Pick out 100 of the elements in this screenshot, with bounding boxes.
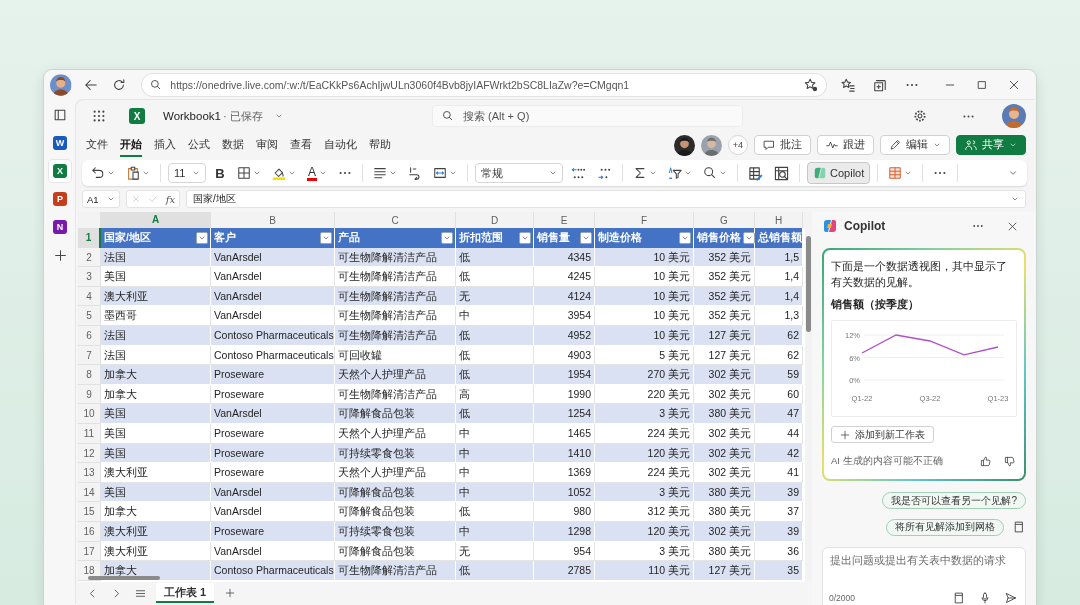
menu-tab[interactable]: 数据 [222,133,244,157]
panel-title: Copilot [844,219,886,233]
logo-icon [822,218,838,234]
sort-filter-icon [668,166,682,180]
table-cell: 可降解食品包装 [335,502,456,522]
table-cell: 可生物降解清洁产品 [335,247,456,268]
chevron-down-icon [904,169,913,177]
microphone-icon [979,592,991,604]
row-number: 1 [78,228,101,249]
row-number: 3 [78,267,101,287]
copilot-button[interactable]: Copilot [807,162,871,184]
menu-icon [134,587,146,599]
table-cell: 10 美元 [595,267,694,287]
sheet-tab[interactable]: 工作表 1 [156,583,215,603]
filter-button[interactable] [679,231,691,244]
add-to-sheet-button[interactable]: 添加到新工作表 [831,426,934,443]
table-cell: 法国 [101,247,211,268]
table-cell: 352 美元 [694,247,755,268]
avatar[interactable] [674,134,695,156]
star-plus-icon[interactable] [804,78,818,92]
table-cell: 天然个人护理产品 [335,463,456,483]
chevron-down-icon [1011,195,1019,203]
table-cell: 低 [456,365,534,385]
chevron-down-icon [389,169,397,177]
collections-icon [873,78,887,92]
close-icon [1006,220,1018,232]
pulse-icon [826,139,838,151]
filter-button[interactable] [320,231,332,244]
message-text: 下面是一个数据透视图，其中显示了有关数据的见解。 [831,259,1008,290]
table-cell: 302 美元 [694,463,755,483]
address-bar[interactable]: https://onedrive.live.com/:w:/t/EaCKkPs6AchIjwULn3060f4Bvb8jyIAFWrkt2bSC8LIaZw?e=CMgqn1 [142,74,826,96]
grid-pen-icon [748,165,763,181]
edit-button[interactable]: 编辑 [880,135,950,155]
table-cell: 42 [755,443,803,464]
catchup-button[interactable]: 跟进 [817,135,874,155]
table-cell: 1254 [534,404,595,424]
table-cell: 美国 [101,482,211,503]
menu-tab[interactable]: 查看 [290,133,312,157]
menu-tab[interactable]: 文件 [86,133,108,157]
chevron-down-icon [719,169,727,177]
menu-tab[interactable]: 帮助 [369,133,391,157]
table-cell: 3 美元 [595,482,694,503]
number-format-dropdown[interactable]: 常规 [475,163,563,183]
arrow-left-icon [84,78,99,92]
table-cell: 1410 [534,443,595,464]
function-button[interactable]: fx [165,193,176,205]
table-cell: 加拿大 [101,502,211,522]
chevron-down-icon [1008,168,1018,178]
comment-button[interactable]: 批注 [754,135,811,155]
table-cell: VanArsdel [211,247,335,268]
table-cell: 可生物降解清洁产品 [335,561,456,581]
table-cell: 澳大利亚 [101,286,211,307]
filter-button[interactable] [519,231,531,244]
table-cell: 1298 [534,521,595,542]
bold-button[interactable]: B [211,162,229,184]
table-cell: 中 [456,423,534,444]
chevron-down-icon [684,169,692,177]
filter-button[interactable] [580,231,592,244]
filter-button[interactable] [196,231,208,244]
font-size-dropdown[interactable]: 11 [168,163,206,183]
chevron-down-icon [1009,141,1017,149]
font-color-button[interactable]: A [304,162,330,184]
table-header: 总销售额 [755,228,803,249]
refresh-icon [111,78,126,92]
menu-tab[interactable]: 公式 [188,133,210,157]
filter-button[interactable] [743,231,755,244]
table-cell: 39 [755,482,803,503]
workbook-title[interactable]: Workbook1 [163,110,221,122]
search-field[interactable]: 搜索 (Alt + Q) [432,105,743,127]
menu-tab[interactable]: 自动化 [324,133,357,157]
menu-tab[interactable]: 审阅 [256,133,278,157]
row-number: 13 [78,463,101,483]
table-cell: 224 美元 [595,463,694,483]
table-cell: 62 [755,325,803,346]
table-cell: Proseware [211,443,335,464]
table-cell: 可降解食品包装 [335,482,456,503]
table-cell: VanArsdel [211,502,335,522]
avatar[interactable] [50,74,72,96]
name-box[interactable]: A1 [82,190,120,208]
scrollbar[interactable] [88,576,160,580]
suggestion-chip[interactable]: 将所有见解添加到网格 [886,518,1004,536]
pen-icon [889,139,901,151]
share-button[interactable]: 共享 [956,135,1026,155]
suggestion-chip[interactable]: 我是否可以查看另一个见解? [882,492,1026,509]
send-icon [1005,592,1017,604]
table-cell: 41 [755,463,803,483]
table-cell: 302 美元 [694,365,755,385]
chevron-down-icon [192,169,200,177]
formula-field[interactable]: 国家/地区 [186,190,1026,208]
table-cell: 可持续零食包装 [335,521,456,542]
chevron-down-icon [933,141,941,149]
filter-button[interactable] [441,231,453,244]
table-cell: 中 [456,443,534,464]
menu-tab[interactable]: 开始 [120,133,142,157]
collaborator-count[interactable]: +4 [728,135,748,155]
table-cell: 380 美元 [694,502,755,522]
table-cell: 天然个人护理产品 [335,365,456,385]
table-cell: 302 美元 [694,423,755,444]
table-header: 折扣范围 [456,228,534,249]
menu-tab[interactable]: 插入 [154,133,176,157]
